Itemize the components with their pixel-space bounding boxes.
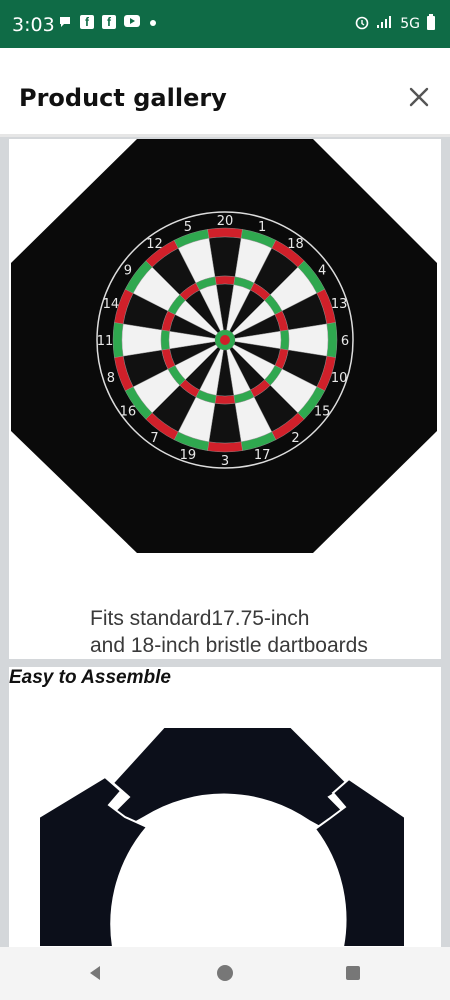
dartboard-number: 10 xyxy=(331,371,348,386)
dartboard-number: 9 xyxy=(124,264,132,279)
alarm-icon xyxy=(354,14,370,34)
dartboard-number: 5 xyxy=(184,220,192,235)
signal-icon xyxy=(376,15,394,33)
dartboard-number: 6 xyxy=(341,334,349,349)
navigation-bar xyxy=(0,947,450,1000)
home-icon[interactable] xyxy=(215,963,235,983)
caption-line-1: Fits standard17.75-inch xyxy=(90,607,310,630)
gallery-image-1[interactable]: 20 1 18 4 13 6 10 15 2 17 3 19 7 16 8 11 14 9 12 5 Fits sta… xyxy=(9,139,441,659)
dartboard-number: 12 xyxy=(146,237,163,252)
dot-icon xyxy=(146,15,160,29)
network-label: 5G xyxy=(400,16,420,32)
dartboard-number: 2 xyxy=(291,431,299,446)
dartboard-number: 19 xyxy=(180,448,197,463)
gallery[interactable]: 20 1 18 4 13 6 10 15 2 17 3 19 7 16 8 11 14 9 12 5 Fits sta… xyxy=(0,137,450,947)
caption-line-2: and 18-inch bristle dartboards xyxy=(90,634,368,657)
assembly-image xyxy=(38,726,406,947)
facebook-icon-2: f xyxy=(102,15,116,29)
battery-icon xyxy=(426,14,436,34)
dartboard-number: 20 xyxy=(217,214,234,229)
dartboard-number: 11 xyxy=(97,334,114,349)
dartboard-number: 1 xyxy=(258,220,266,235)
status-time: 3:03 xyxy=(12,14,55,36)
dartboard-surround-image: 20 1 18 4 13 6 10 15 2 17 3 19 7 16 8 11 14 9 12 5 xyxy=(11,139,437,553)
dartboard-number: 14 xyxy=(103,297,120,312)
recents-icon[interactable] xyxy=(343,963,363,983)
close-icon[interactable] xyxy=(406,84,432,110)
dartboard-number: 16 xyxy=(120,405,137,420)
image-caption: Fits standard17.75-inch and 18-inch bris… xyxy=(90,605,368,659)
dartboard-number: 18 xyxy=(287,237,304,252)
gallery-image-2[interactable]: Easy to Assemble xyxy=(9,667,441,947)
dartboard-number: 7 xyxy=(150,431,158,446)
status-bar: 3:03 f f 5G xyxy=(0,0,450,48)
youtube-icon xyxy=(124,15,140,29)
status-right: 5G xyxy=(354,14,436,34)
chat-bubble-icon xyxy=(58,15,72,29)
notification-icons: f f xyxy=(58,15,160,29)
back-icon[interactable] xyxy=(86,963,106,983)
dartboard-number: 3 xyxy=(221,454,229,469)
dartboard-number: 4 xyxy=(318,264,326,279)
dartboard-number: 15 xyxy=(314,405,331,420)
dartboard-number: 8 xyxy=(107,371,115,386)
page-title: Product gallery xyxy=(19,84,227,112)
dartboard-number: 17 xyxy=(254,448,271,463)
dartboard-number: 13 xyxy=(331,297,348,312)
facebook-icon: f xyxy=(80,15,94,29)
header: Product gallery xyxy=(0,48,450,136)
